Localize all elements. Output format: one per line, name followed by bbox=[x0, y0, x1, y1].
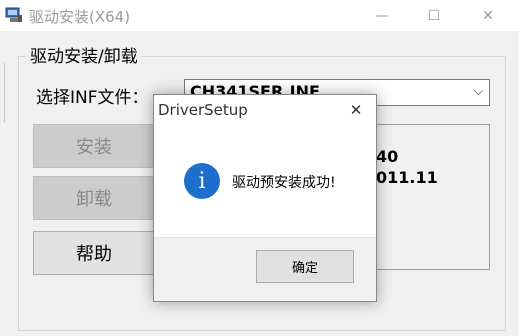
dialog-close-button[interactable]: ✕ bbox=[345, 99, 367, 121]
app-icon bbox=[5, 6, 23, 24]
install-button[interactable]: 安装 bbox=[33, 124, 155, 168]
info-line-1: 40 bbox=[376, 147, 399, 166]
help-button[interactable]: 帮助 bbox=[33, 231, 155, 275]
minimize-button[interactable]: — bbox=[360, 0, 404, 31]
info-panel bbox=[362, 124, 490, 270]
info-line-2: 011.11 bbox=[376, 168, 438, 187]
inf-file-label: 选择INF文件： bbox=[36, 88, 149, 108]
maximize-button[interactable]: ☐ bbox=[412, 0, 456, 31]
window-title: 驱动安装(X64) bbox=[29, 8, 131, 26]
info-icon: i bbox=[184, 163, 220, 199]
ok-button[interactable]: 确定 bbox=[256, 250, 354, 283]
uninstall-button[interactable]: 卸载 bbox=[33, 176, 155, 220]
background-window-edge bbox=[0, 63, 5, 123]
close-button[interactable]: ✕ bbox=[466, 0, 510, 31]
dialog-title: DriverSetup bbox=[158, 101, 248, 119]
driversetup-dialog: DriverSetup ✕ i 驱动预安装成功! 确定 bbox=[153, 94, 377, 302]
title-bar: 驱动安装(X64) — ☐ ✕ bbox=[0, 0, 519, 31]
dialog-message: 驱动预安装成功! bbox=[232, 175, 336, 191]
group-title: 驱动安装/卸载 bbox=[26, 42, 142, 67]
chevron-down-icon: ⌵ bbox=[473, 84, 483, 98]
dialog-footer: 确定 bbox=[154, 237, 376, 301]
